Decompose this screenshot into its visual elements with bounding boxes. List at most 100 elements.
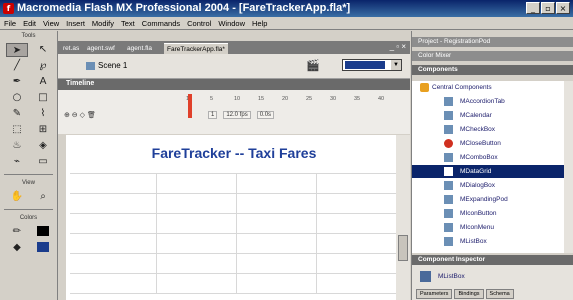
- list-item[interactable]: MComboBox: [412, 151, 564, 164]
- menu-text[interactable]: Text: [121, 17, 135, 29]
- component-icon: [444, 195, 453, 204]
- ink-bottle-tool-icon[interactable]: ♨: [6, 139, 28, 153]
- list-item[interactable]: MDialogBox: [412, 179, 564, 192]
- free-transform-tool-icon[interactable]: ⬚: [6, 123, 28, 137]
- frame-number: 35: [354, 96, 361, 102]
- tab-agent-fla[interactable]: agent.fla: [124, 43, 155, 54]
- stage[interactable]: FareTracker -- Taxi Fares: [66, 135, 402, 300]
- stage-title-text[interactable]: FareTracker -- Taxi Fares: [66, 145, 402, 161]
- document-area: ret.as agent.swf agent.fla FareTrackerAp…: [58, 31, 410, 300]
- rectangle-tool-icon[interactable]: □: [32, 91, 54, 105]
- pencil-tool-icon[interactable]: ✎: [6, 107, 28, 121]
- fill-transform-tool-icon[interactable]: ⊞: [32, 123, 54, 137]
- timeline-header[interactable]: Timeline: [58, 79, 410, 90]
- menu-window[interactable]: Window: [218, 17, 245, 29]
- color-mixer-header[interactable]: Color Mixer: [412, 51, 573, 61]
- scene-icon: [86, 62, 95, 70]
- menu-modify[interactable]: Modify: [92, 17, 114, 29]
- edit-bar: Scene 1 🎬 ▼: [58, 54, 410, 79]
- line-tool-icon[interactable]: ╱: [6, 59, 28, 73]
- eraser-tool-icon[interactable]: ▭: [32, 155, 54, 169]
- frame-rate: 12.0 fps: [223, 111, 251, 119]
- component-icon: [444, 97, 453, 106]
- eyedropper-tool-icon[interactable]: ⌁: [6, 155, 28, 169]
- maximize-button[interactable]: ▫: [541, 2, 555, 14]
- component-inspector: MListBox Parameters Bindings Schema: [412, 265, 573, 300]
- list-item[interactable]: MCalendar: [412, 109, 564, 122]
- components-list: Central Components MAccordionTab MCalend…: [412, 81, 564, 253]
- components-scrollbar[interactable]: [564, 81, 573, 253]
- component-group[interactable]: Central Components: [412, 81, 564, 94]
- component-icon: [444, 181, 453, 190]
- list-item-selected[interactable]: MDataGrid: [412, 165, 564, 178]
- subselect-tool-icon[interactable]: ↖: [32, 43, 54, 57]
- arrow-tool-icon[interactable]: ➤: [6, 43, 28, 57]
- close-button[interactable]: ×: [556, 2, 570, 14]
- tab-agent-swf[interactable]: agent.swf: [84, 43, 118, 54]
- menu-edit[interactable]: Edit: [23, 17, 36, 29]
- frame-number: 15: [258, 96, 265, 102]
- minimize-button[interactable]: _: [526, 2, 540, 14]
- timeline-label: Timeline: [66, 80, 95, 87]
- component-icon: [444, 111, 453, 120]
- menu-file[interactable]: File: [4, 17, 16, 29]
- frame-number: 5: [210, 96, 214, 102]
- frame-number: 40: [378, 96, 385, 102]
- scene-label[interactable]: Scene 1: [98, 61, 127, 70]
- chevron-down-icon[interactable]: ▼: [391, 60, 401, 70]
- fill-swatch[interactable]: [32, 241, 54, 255]
- menu-help[interactable]: Help: [252, 17, 267, 29]
- brush-tool-icon[interactable]: ⌇: [32, 107, 54, 121]
- oval-tool-icon[interactable]: ○: [6, 91, 28, 105]
- right-panel-dock: Project - RegistrationPod Color Mixer Co…: [411, 31, 573, 300]
- menu-view[interactable]: View: [43, 17, 59, 29]
- list-item[interactable]: MIconMenu: [412, 221, 564, 234]
- component-icon: [444, 237, 453, 246]
- list-item[interactable]: MListBox: [412, 235, 564, 248]
- tab-ret-as[interactable]: ret.as: [60, 43, 82, 54]
- list-item[interactable]: MExpandingPod: [412, 193, 564, 206]
- hand-tool-icon[interactable]: ✋: [6, 190, 28, 204]
- frame-number: 25: [306, 96, 313, 102]
- component-icon: [444, 223, 453, 232]
- inspector-item-label: MListBox: [438, 273, 465, 280]
- menu-commands[interactable]: Commands: [142, 17, 180, 29]
- doc-window-controls[interactable]: _ ▫ ×: [390, 42, 406, 51]
- list-item[interactable]: MCheckBox: [412, 123, 564, 136]
- tools-header: Tools: [21, 33, 36, 39]
- stroke-color-icon[interactable]: ✏: [6, 225, 28, 239]
- edit-scene-icon[interactable]: 🎬: [306, 59, 320, 72]
- tab-bindings[interactable]: Bindings: [454, 289, 484, 299]
- layer-buttons-icon[interactable]: ⊕ ⊖ ◇ 🗑: [64, 111, 96, 119]
- tab-parameters[interactable]: Parameters: [416, 289, 453, 299]
- tools-panel: Tools ➤ ↖ ╱ ℘ ✒ A ○ □ ✎ ⌇ ⬚ ⊞ ♨ ◈ ⌁ ▭ Vi…: [0, 31, 58, 300]
- tab-schema[interactable]: Schema: [485, 289, 514, 299]
- frame-number: 20: [282, 96, 289, 102]
- stroke-swatch[interactable]: [32, 225, 54, 239]
- window-title: Macromedia Flash MX Professional 2004 - …: [17, 2, 351, 14]
- frame-number: 10: [234, 96, 241, 102]
- menu-control[interactable]: Control: [187, 17, 211, 29]
- menu-insert[interactable]: Insert: [66, 17, 85, 29]
- fill-color-icon[interactable]: ◆: [6, 241, 28, 255]
- pen-tool-icon[interactable]: ✒: [6, 75, 28, 89]
- component-icon: [444, 125, 453, 134]
- components-header[interactable]: Components: [412, 65, 573, 75]
- colors-label: Colors: [19, 215, 38, 221]
- frame-number: 30: [330, 96, 337, 102]
- list-item[interactable]: MIconButton: [412, 207, 564, 220]
- frame-ruler[interactable]: 1 5 10 15 20 25 30 35 40: [184, 96, 410, 106]
- project-panel-header[interactable]: Project - RegistrationPod: [412, 37, 573, 47]
- current-frame: 1: [208, 111, 218, 119]
- zoom-select[interactable]: ▼: [342, 59, 402, 71]
- list-item[interactable]: MAccordionTab: [412, 95, 564, 108]
- paint-bucket-tool-icon[interactable]: ◈: [32, 139, 54, 153]
- list-item[interactable]: MCloseButton: [412, 137, 564, 150]
- view-label: View: [22, 180, 35, 186]
- component-inspector-header[interactable]: Component Inspector: [412, 255, 573, 265]
- component-icon: [444, 153, 453, 162]
- text-tool-icon[interactable]: A: [32, 75, 54, 89]
- stage-scrollbar[interactable]: [396, 135, 410, 300]
- zoom-tool-icon[interactable]: ⌕: [32, 190, 54, 204]
- lasso-tool-icon[interactable]: ℘: [32, 59, 54, 73]
